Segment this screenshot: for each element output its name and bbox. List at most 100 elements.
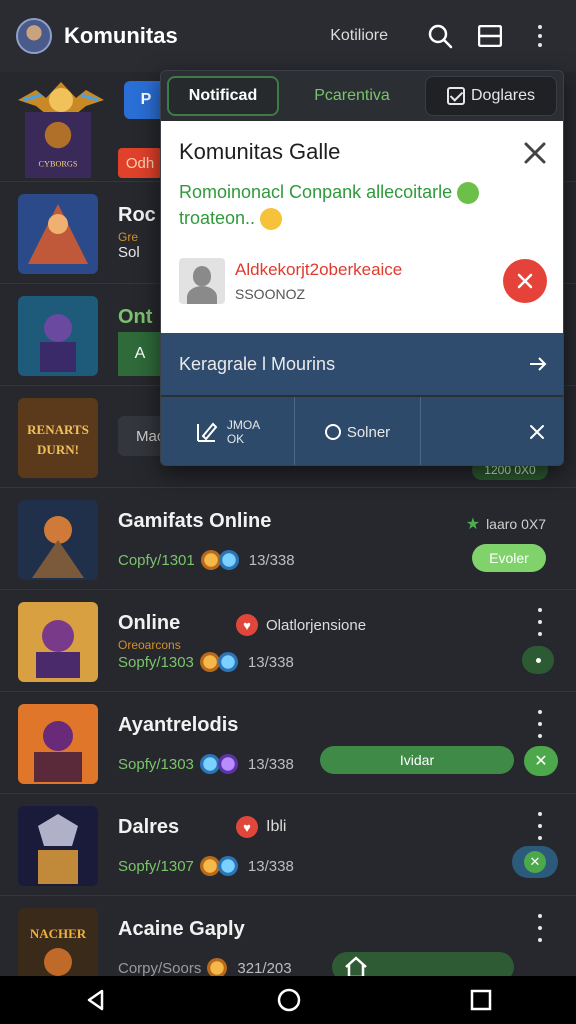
solve-action-label: Solner — [346, 423, 391, 441]
manage-bar[interactable]: Keragrale l Mourins — [161, 333, 563, 395]
row-meta: Sopfy/1307 13/338 — [118, 856, 294, 876]
user-text: Aldkekorjt2oberkeaice SSOONOZ — [235, 260, 402, 302]
member-count: 13/338 — [247, 755, 294, 773]
row-title: Gamifats Online — [118, 510, 272, 532]
user-avatar-icon — [179, 258, 225, 304]
row-user: ♥ Ibli — [236, 816, 286, 838]
app-bar: Komunitas Kotiliore — [0, 0, 576, 72]
card-desc-line2: troateon.. — [179, 208, 256, 228]
tab-checked-label: Doglares — [470, 87, 536, 104]
row-menu-button[interactable] — [528, 914, 552, 942]
edit-action-button[interactable]: JMOA OK — [161, 397, 295, 465]
chat-bubble-icon — [457, 182, 480, 205]
overflow-menu-button[interactable] — [520, 16, 560, 56]
list-view-button[interactable] — [470, 16, 510, 56]
join-button[interactable]: Evoler — [472, 544, 546, 572]
row-title: Ont — [118, 306, 153, 328]
member-count: 13/338 — [247, 857, 294, 875]
remove-user-button[interactable] — [503, 259, 547, 303]
member-count: 321/203 — [237, 959, 292, 977]
home-nav-icon[interactable] — [276, 987, 302, 1013]
user-name: Aldkekorjt2oberkeaice — [235, 260, 403, 279]
member-count: 13/338 — [248, 551, 295, 569]
row-menu-button[interactable] — [528, 608, 552, 636]
recents-icon[interactable] — [470, 989, 492, 1011]
game-thumbnail — [18, 704, 98, 784]
tab-notifications[interactable]: Notificad — [167, 76, 279, 116]
thumb-text: CYBORGS — [39, 159, 78, 168]
close-icon — [530, 425, 544, 439]
gem-icon — [217, 856, 238, 876]
invite-button[interactable]: Ividar — [320, 746, 514, 774]
row-user-text: Ibli — [266, 818, 287, 835]
meta-text: Sol — [118, 244, 140, 261]
filter-link[interactable]: Kotiliore — [330, 27, 388, 45]
close-icon[interactable]: ✕ — [524, 746, 558, 776]
popup-actions: JMOA OK Solner — [161, 397, 563, 465]
close-icon — [517, 273, 533, 289]
gem-icon — [218, 550, 239, 570]
heart-icon: ♥ — [236, 614, 258, 636]
home-icon — [345, 956, 367, 978]
search-button[interactable] — [420, 16, 460, 56]
list-item[interactable]: Gamifats Online Copfy/1301 13/338 ★ laaro… — [0, 488, 576, 590]
close-icon[interactable] — [521, 139, 549, 167]
tab-checked[interactable]: Doglares — [425, 76, 557, 116]
coin-icon — [207, 958, 228, 978]
edit-action-text: JMOA OK — [227, 418, 260, 446]
star-icon: ★ — [465, 516, 481, 533]
profile-avatar[interactable] — [16, 18, 52, 54]
row-menu-button[interactable] — [528, 710, 552, 738]
meta-text: Copfy/1301 — [118, 551, 195, 569]
row-action-button[interactable] — [522, 646, 554, 674]
coin-icon — [200, 550, 221, 570]
game-thumbnail — [18, 500, 98, 580]
row-user-text: Olatlorjensione — [266, 616, 367, 634]
game-thumbnail — [18, 296, 98, 376]
row-meta: Corpy/Soors 321/203 — [118, 958, 292, 978]
row-title: Online — [118, 612, 181, 634]
app-title: Komunitas — [64, 23, 178, 48]
svg-text:DURN!: DURN! — [37, 442, 79, 457]
row-title: Dalres — [118, 816, 180, 838]
solve-action-button[interactable]: Solner — [295, 397, 421, 465]
rating: ★ laaro 0X7 — [466, 514, 546, 534]
meta-text: Corpy/Soors — [118, 959, 202, 977]
back-icon[interactable] — [84, 988, 108, 1012]
dismiss-action-button[interactable] — [421, 397, 563, 465]
radio-icon — [324, 424, 341, 440]
row-meta: Sopfy/1303 13/338 — [118, 652, 294, 672]
gem-icon — [217, 652, 238, 672]
card-title: Komunitas Galle — [179, 139, 341, 164]
heart-icon: ♥ — [236, 816, 258, 838]
close-icon: ✕ — [524, 851, 546, 873]
notification-popup: Notificad Pcarentiva Doglares Komunitas … — [160, 70, 564, 466]
list-item[interactable]: Dalres Sopfy/1307 13/338 ♥ Ibli ✕ — [0, 794, 576, 896]
list-item[interactable]: Online Oreoarcons Sopfy/1303 13/338 ♥ Ola… — [0, 590, 576, 692]
row-meta: Sopfy/1303 13/338 — [118, 754, 294, 774]
dismiss-button[interactable]: ✕ — [512, 846, 558, 878]
meta-text: Sopfy/1303 — [118, 755, 194, 773]
invite-label: Ividar — [399, 752, 435, 768]
row-menu-button[interactable] — [528, 812, 552, 840]
list-item[interactable]: Ayantrelodis Sopfy/1303 13/338 Ividar ✕ — [0, 692, 576, 794]
member-count: 13/338 — [247, 653, 294, 671]
svg-text:RENARTS: RENARTS — [27, 422, 89, 437]
checkbox-icon — [446, 87, 465, 105]
community-card: Komunitas Galle Romoinonacl Conpank alle… — [161, 121, 563, 333]
row-title: Acaine Gaply — [118, 918, 245, 940]
row-subtitle: Gre — [118, 230, 139, 244]
row-meta: Sol — [118, 244, 140, 261]
edit-action-top: JMOA — [226, 418, 261, 432]
system-nav-bar — [0, 976, 576, 1024]
card-desc-line1: Romoinonacl Conpank allecoitarle — [179, 182, 453, 202]
row-badge: A — [118, 332, 162, 376]
user-handle: SSOONOZ — [235, 286, 306, 302]
status-tag: Odh — [118, 148, 162, 178]
coin-icon — [199, 856, 220, 876]
edit-action-bottom: OK — [226, 432, 245, 446]
tab-parental[interactable]: Pcarentiva — [287, 76, 417, 116]
gem-icon — [199, 754, 220, 774]
emoji-icon — [260, 208, 283, 231]
game-thumbnail — [18, 806, 98, 886]
